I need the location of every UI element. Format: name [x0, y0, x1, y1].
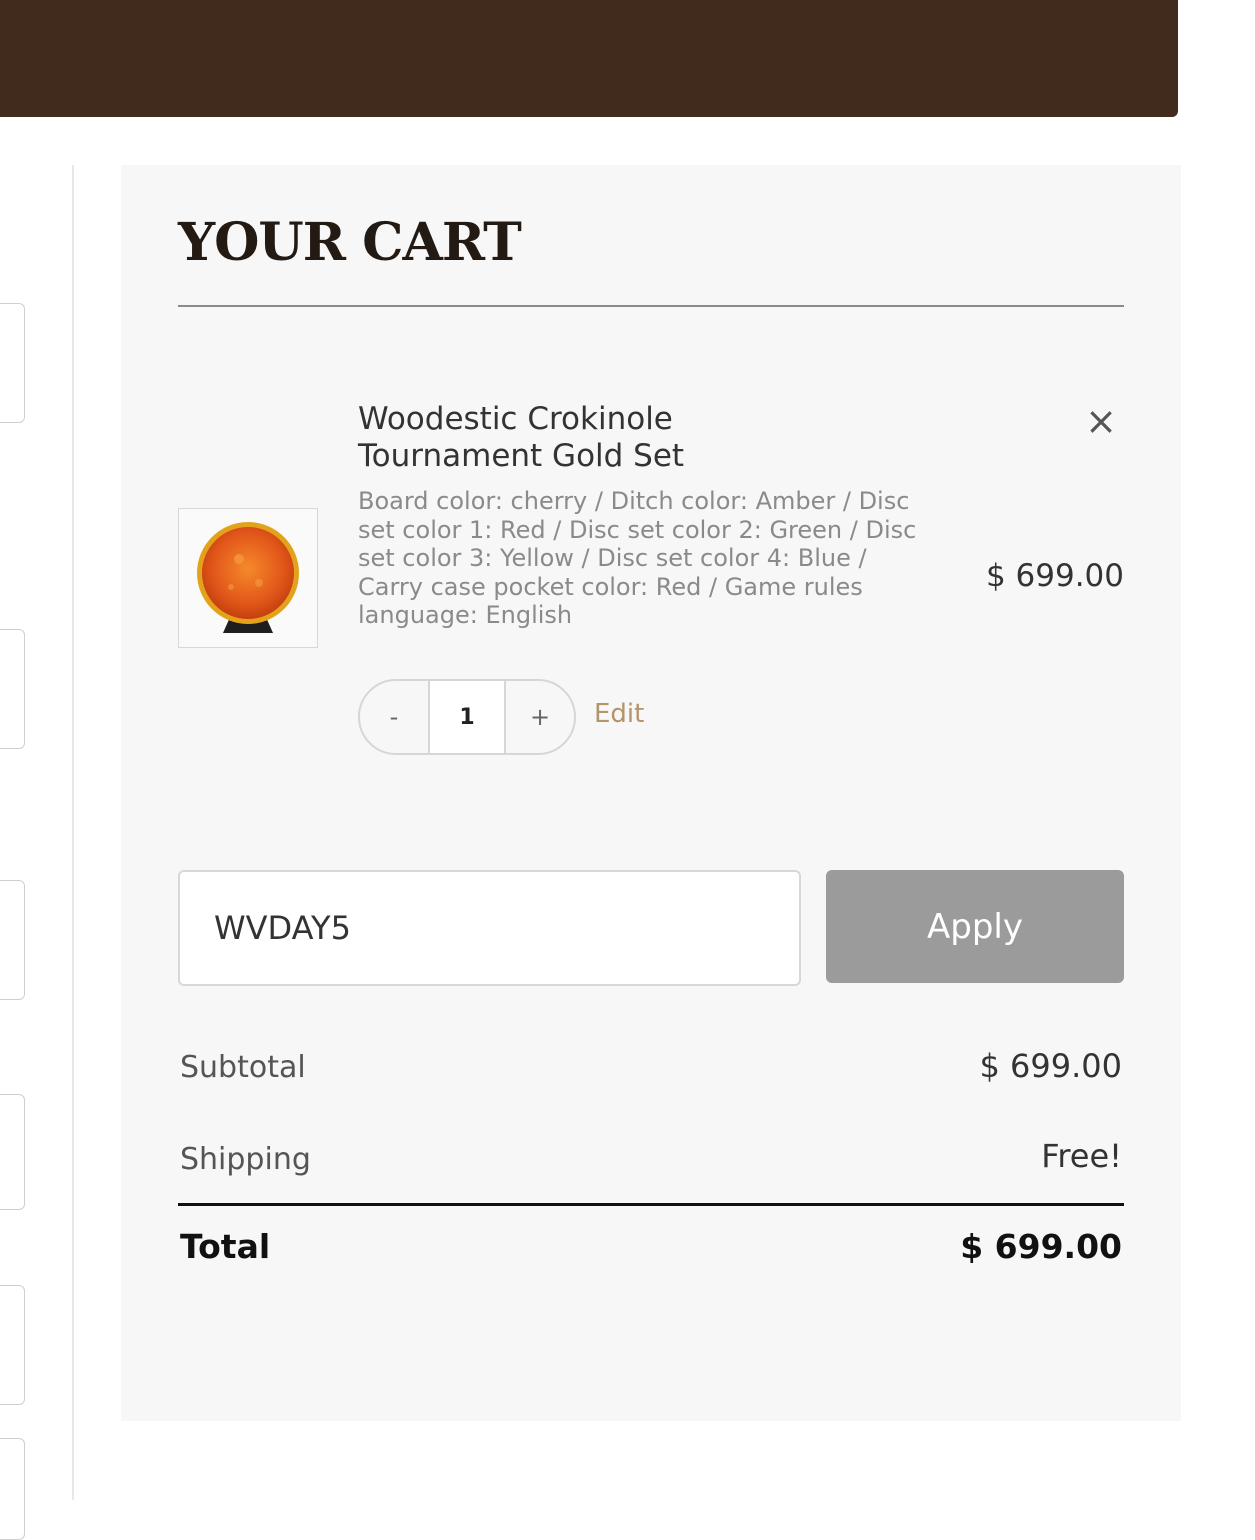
subtotal-value: $ 699.00 [979, 1047, 1123, 1085]
left-form-field-edge[interactable] [0, 629, 25, 749]
cart-title: YOUR CART [178, 212, 522, 273]
left-form-field-edge[interactable] [0, 1094, 25, 1210]
product-options: Board color: cherry / Ditch color: Amber… [358, 487, 917, 629]
decrement-button[interactable]: - [360, 681, 428, 753]
left-form-field-edge[interactable] [0, 1285, 25, 1405]
left-form-field-edge[interactable] [0, 1438, 25, 1540]
total-label: Total [180, 1227, 271, 1266]
shipping-value: Free! [1041, 1137, 1122, 1175]
crokinole-board-image [197, 522, 299, 633]
increment-button[interactable]: + [506, 681, 574, 753]
shipping-label: Shipping [180, 1142, 311, 1177]
total-value: $ 699.00 [960, 1227, 1122, 1266]
left-form-field-edge[interactable] [0, 880, 25, 1000]
left-form-field-edge[interactable] [0, 303, 25, 423]
product-thumbnail[interactable] [178, 508, 318, 648]
subtotal-label: Subtotal [180, 1050, 306, 1085]
quantity-stepper: - + [358, 679, 576, 755]
quantity-input[interactable] [428, 681, 506, 753]
edit-item-link[interactable]: Edit [594, 699, 644, 729]
left-column-divider [72, 165, 74, 1500]
top-banner [0, 0, 1178, 117]
item-price: $ 699.00 [985, 558, 1124, 594]
cart-panel: YOUR CART Woodestic Crokinole Tournament… [121, 165, 1181, 1421]
total-divider [178, 1203, 1124, 1206]
discount-code-input[interactable] [178, 870, 801, 986]
remove-item-icon[interactable]: × [1077, 401, 1125, 441]
product-name[interactable]: Woodestic Crokinole Tournament Gold Set [358, 401, 818, 475]
apply-discount-button[interactable]: Apply [826, 870, 1124, 983]
cart-title-divider [178, 305, 1124, 307]
